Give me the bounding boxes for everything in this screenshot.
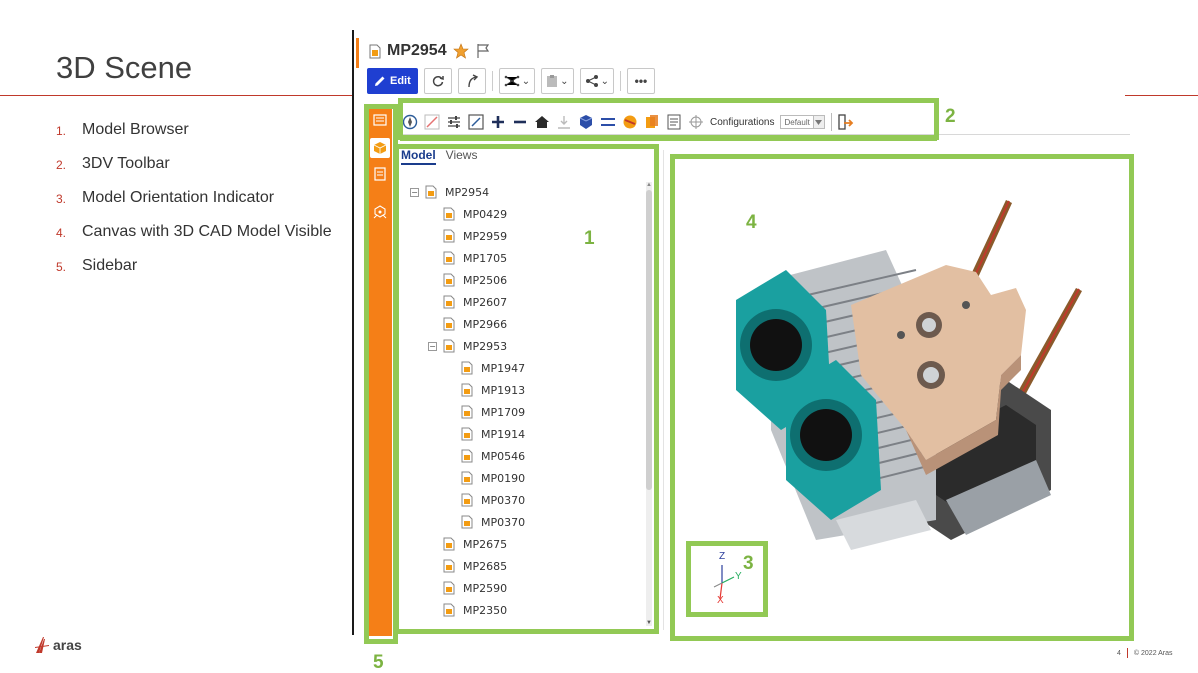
callout-number-1: 1 <box>584 228 595 249</box>
list-text: Model Orientation Indicator <box>82 189 275 206</box>
version-button[interactable] <box>457 68 486 94</box>
slide-vertical-divider <box>352 30 354 635</box>
item-toolbar: Edit ⌄ ⌄ ⌄ ••• <box>367 68 655 94</box>
toolbar-separator <box>491 71 493 91</box>
callout-box-1 <box>394 144 659 634</box>
list-number: 4. <box>56 226 67 240</box>
aras-logo: aras <box>34 636 82 654</box>
list-item: 4. Canvas with 3D CAD Model Visible <box>56 220 341 245</box>
callout-number-2: 2 <box>945 106 956 127</box>
callout-box-2 <box>398 98 939 140</box>
part-icon <box>369 44 381 58</box>
pane-splitter[interactable] <box>663 150 664 630</box>
list-text: 3DV Toolbar <box>82 155 170 172</box>
item-name: MP2954 <box>387 42 447 59</box>
list-item: 1. Model Browser <box>56 118 341 143</box>
structure-dropdown[interactable]: ⌄ <box>498 68 536 94</box>
title-divider-right <box>1125 95 1198 96</box>
report-dropdown[interactable]: ⌄ <box>541 68 574 94</box>
favorite-star-icon[interactable] <box>452 43 469 59</box>
list-text: Sidebar <box>82 257 138 274</box>
feature-list: 1. Model Browser 2. 3DV Toolbar 3. Model Or… <box>56 118 341 288</box>
footer-divider <box>1126 648 1128 658</box>
copyright: © 2022 Aras <box>1133 649 1173 657</box>
callout-number-3: 3 <box>743 553 754 574</box>
item-header: MP2954 <box>369 42 491 60</box>
share-dropdown[interactable]: ⌄ <box>579 68 614 94</box>
callout-number-4: 4 <box>746 212 757 233</box>
edit-label: Edit <box>390 75 411 87</box>
list-item: 2. 3DV Toolbar <box>56 152 341 177</box>
chevron-down-icon: ⌄ <box>521 75 531 87</box>
pencil-icon <box>375 76 385 86</box>
slide-footer: 4 © 2022 Aras <box>1117 648 1173 658</box>
page-number: 4 <box>1117 649 1121 657</box>
chevron-down-icon: ⌄ <box>600 75 609 87</box>
list-text: Canvas with 3D CAD Model Visible <box>82 223 332 240</box>
branch-arrow-icon <box>468 74 478 88</box>
title-divider <box>0 95 352 96</box>
callout-box-5 <box>364 104 398 644</box>
callout-number-5: 5 <box>373 652 384 673</box>
aras-logo-icon <box>35 637 49 653</box>
flag-icon[interactable] <box>475 43 491 59</box>
refresh-icon <box>432 75 444 87</box>
list-text: Model Browser <box>82 121 189 138</box>
more-actions-button[interactable]: ••• <box>626 68 655 94</box>
refresh-button[interactable] <box>423 68 452 94</box>
header-accent-bar <box>356 38 359 68</box>
structure-icon <box>504 75 520 87</box>
list-item: 3. Model Orientation Indicator <box>56 186 341 211</box>
logo-wordmark: aras <box>53 637 82 653</box>
share-icon <box>585 75 598 87</box>
list-number: 1. <box>56 124 67 138</box>
list-item: 5. Sidebar <box>56 254 341 279</box>
list-number: 2. <box>56 158 67 172</box>
edit-button[interactable]: Edit <box>367 68 418 94</box>
chevron-down-icon: ⌄ <box>560 75 569 87</box>
list-number: 3. <box>56 192 67 206</box>
callout-box-3 <box>686 541 768 617</box>
slide-title: 3D Scene <box>56 50 193 85</box>
list-number: 5. <box>56 260 67 274</box>
toolbar-separator <box>619 71 621 91</box>
clipboard-icon <box>547 75 558 87</box>
